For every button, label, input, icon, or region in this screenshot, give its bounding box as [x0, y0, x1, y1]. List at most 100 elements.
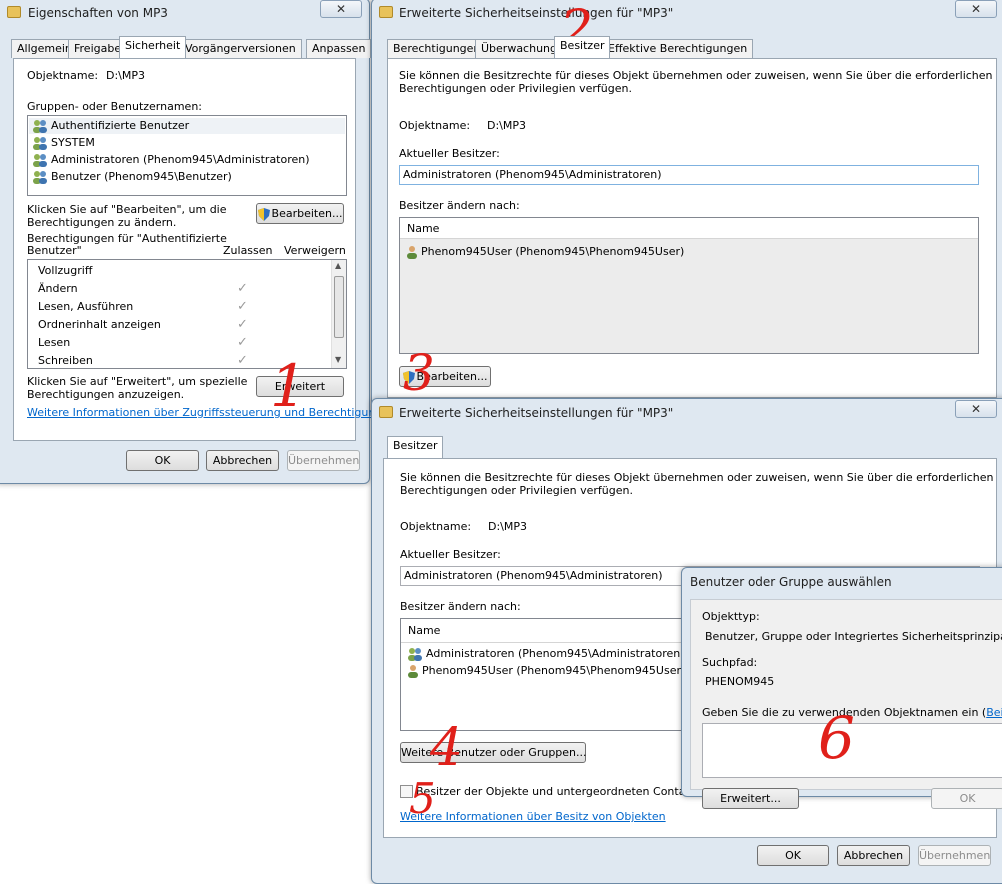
advanced-hint-line1: Klicken Sie auf "Erweitert", um speziell… — [27, 375, 248, 388]
permission-row: Ordnerinhalt anzeigen — [38, 317, 161, 333]
window-title: Eigenschaften von MP3 — [28, 6, 168, 20]
allow-check-icon: ✓ — [237, 353, 248, 368]
properties-window: Eigenschaften von MP3 ✕ Allgemein Freiga… — [0, 0, 396, 484]
permission-row: Lesen, Ausführen — [38, 299, 133, 315]
folder-icon — [379, 406, 393, 418]
perms-for-line2: Benutzer" — [27, 244, 82, 257]
permission-row: Schreiben — [38, 353, 93, 368]
list-item[interactable]: Authentifizierte Benutzer — [29, 118, 345, 134]
window-title: Benutzer oder Gruppe auswählen — [690, 575, 892, 589]
current-owner-label: Aktueller Besitzer: — [400, 548, 501, 561]
edit-button[interactable]: Bearbeiten... — [399, 366, 491, 387]
enter-names-text: Geben Sie die zu verwendenden Objektname… — [702, 706, 987, 719]
groups-list[interactable]: Authentifizierte Benutzer SYSTEM Adminis… — [27, 115, 347, 196]
objectname-label: Objektname: — [27, 69, 99, 82]
more-users-button[interactable]: Weitere Benutzer oder Gruppen... — [400, 742, 587, 763]
permission-name: Lesen — [38, 336, 71, 349]
advanced-hint-line2: Berechtigungen anzuzeigen. — [27, 388, 185, 401]
replace-owner-checkbox[interactable] — [400, 785, 413, 798]
tab-besitzer[interactable]: Besitzer — [554, 36, 611, 58]
edit-hint-line1: Klicken Sie auf "Bearbeiten", um die — [27, 203, 227, 216]
scroll-down-icon[interactable]: ▼ — [335, 355, 341, 364]
tab-anpassen[interactable]: Anpassen — [306, 39, 372, 58]
access-control-info-link[interactable]: Weitere Informationen über Zugriffssteue… — [27, 406, 396, 419]
tab-vorgaengerversionen[interactable]: Vorgängerversionen — [179, 39, 302, 58]
tab-strip: Allgemein Freigabe Sicherheit Vorgängerv… — [11, 36, 372, 59]
current-owner-field[interactable]: Administratoren (Phenom945\Administrator… — [399, 165, 979, 185]
users-icon — [408, 648, 422, 661]
edit-button[interactable]: Bearbeiten... — [256, 203, 344, 224]
close-button[interactable]: ✕ — [320, 0, 362, 18]
ok-button[interactable]: OK — [931, 788, 1002, 809]
title-bar: Erweiterte Sicherheitseinstellungen für … — [372, 0, 1002, 27]
dialog-body: Objekttyp: Benutzer, Gruppe oder Integri… — [690, 599, 1002, 790]
permission-name: Ordnerinhalt anzeigen — [38, 318, 161, 331]
owner-name: Phenom945User (Phenom945\Phenom945User) — [422, 664, 686, 677]
close-button[interactable]: ✕ — [955, 400, 997, 418]
list-item[interactable]: SYSTEM — [32, 135, 95, 151]
apply-button[interactable]: Übernehmen — [287, 450, 360, 471]
objectname-value: D:\MP3 — [488, 520, 528, 533]
intro-line2: Berechtigungen oder Privilegien verfügen… — [400, 484, 633, 497]
users-icon — [33, 137, 47, 150]
permission-name: Schreiben — [38, 354, 93, 367]
users-icon — [33, 154, 47, 167]
objectname-value: D:\MP3 — [487, 119, 527, 132]
group-name: Administratoren (Phenom945\Administrator… — [51, 153, 310, 166]
users-icon — [33, 171, 47, 184]
permissions-list: Vollzugriff Ändern Lesen, Ausführen Ordn… — [27, 259, 347, 369]
objecttype-label: Objekttyp: — [702, 610, 760, 623]
permission-name: Ändern — [38, 282, 78, 295]
permission-row: Vollzugriff — [38, 263, 92, 279]
close-button[interactable]: ✕ — [955, 0, 997, 18]
tab-besitzer[interactable]: Besitzer — [387, 436, 444, 458]
edit-button-label: Bearbeiten... — [271, 207, 343, 220]
scroll-thumb[interactable] — [334, 276, 344, 338]
scrollbar[interactable]: ▲ ▼ — [331, 260, 346, 368]
tab-strip: Berechtigungen Überwachung Besitzer Effe… — [387, 36, 947, 59]
allow-check-icon: ✓ — [237, 317, 248, 332]
objectname-label: Objektname: — [399, 119, 471, 132]
objecttype-field: Benutzer, Gruppe oder Integriertes Siche… — [702, 627, 1002, 647]
tab-strip: Besitzer — [387, 436, 587, 459]
list-item[interactable]: Administratoren (Phenom945\Administrator… — [407, 646, 685, 662]
list-item[interactable]: Phenom945User (Phenom945\Phenom945User) — [407, 663, 685, 679]
advanced-button[interactable]: Erweitert... — [702, 788, 799, 809]
scroll-up-icon[interactable]: ▲ — [335, 261, 341, 270]
ownership-info-link[interactable]: Weitere Informationen über Besitz von Ob… — [400, 810, 666, 823]
column-header-name[interactable]: Name — [400, 218, 978, 239]
tab-ueberwachung[interactable]: Überwachung — [475, 39, 564, 58]
apply-button[interactable]: Übernehmen — [918, 845, 991, 866]
title-bar: Benutzer oder Gruppe auswählen — [682, 568, 1002, 596]
advanced-button[interactable]: Erweitert — [256, 376, 344, 397]
current-owner-label: Aktueller Besitzer: — [399, 147, 500, 160]
ok-button[interactable]: OK — [757, 845, 829, 866]
tab-berechtigungen[interactable]: Berechtigungen — [387, 39, 487, 58]
cancel-button[interactable]: Abbrechen — [837, 845, 910, 866]
window-title: Erweiterte Sicherheitseinstellungen für … — [399, 406, 674, 420]
intro-line1: Sie können die Besitzrechte für dieses O… — [399, 69, 993, 82]
edit-button-label: Bearbeiten... — [416, 370, 488, 383]
list-item[interactable]: Benutzer (Phenom945\Benutzer) — [32, 169, 232, 185]
select-user-window: Benutzer oder Gruppe auswählen Objekttyp… — [681, 567, 1002, 809]
edit-hint-line2: Berechtigungen zu ändern. — [27, 216, 177, 229]
list-item[interactable]: Phenom945User (Phenom945\Phenom945User) — [406, 244, 684, 260]
examples-link[interactable]: Beispiele — [986, 706, 1002, 719]
uac-shield-icon — [257, 207, 270, 221]
permission-name: Lesen, Ausführen — [38, 300, 134, 313]
permission-row: Ändern — [38, 281, 78, 297]
tab-effektive-berechtigungen[interactable]: Effektive Berechtigungen — [602, 39, 754, 58]
allow-check-icon: ✓ — [237, 281, 248, 296]
uac-shield-icon — [402, 370, 415, 384]
folder-icon — [379, 6, 393, 18]
cancel-button[interactable]: Abbrechen — [206, 450, 279, 471]
groups-label: Gruppen- oder Benutzernamen: — [27, 100, 203, 113]
objectname-value: D:\MP3 — [106, 69, 146, 82]
list-item[interactable]: Administratoren (Phenom945\Administrator… — [32, 152, 310, 168]
advanced-security-window: Erweiterte Sicherheitseinstellungen für … — [371, 0, 1002, 418]
col-allow: Zulassen — [223, 244, 273, 257]
object-names-input[interactable] — [702, 723, 1002, 778]
tab-sicherheit[interactable]: Sicherheit — [119, 36, 187, 58]
owner-list[interactable]: Name Phenom945User (Phenom945\Phenom945U… — [399, 217, 979, 354]
ok-button[interactable]: OK — [126, 450, 199, 471]
